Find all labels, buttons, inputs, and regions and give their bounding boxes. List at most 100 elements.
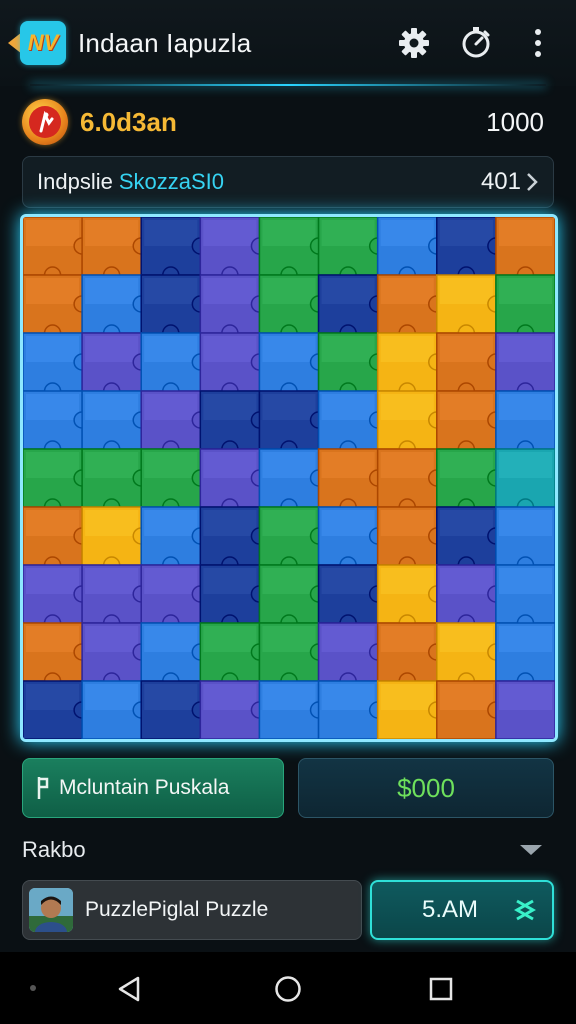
puzzle-piece[interactable] xyxy=(495,274,555,342)
puzzle-piece[interactable] xyxy=(436,680,505,739)
puzzle-piece[interactable] xyxy=(317,448,387,516)
puzzle-piece[interactable] xyxy=(140,622,210,690)
nav-back-button[interactable] xyxy=(114,974,144,1004)
puzzle-board[interactable] xyxy=(20,214,558,742)
puzzle-piece[interactable] xyxy=(140,332,210,400)
puzzle-piece[interactable] xyxy=(258,274,328,342)
puzzle-piece[interactable] xyxy=(495,680,555,739)
puzzle-piece[interactable] xyxy=(495,506,555,574)
puzzle-piece[interactable] xyxy=(317,622,387,690)
puzzle-piece[interactable] xyxy=(140,217,210,284)
puzzle-piece[interactable] xyxy=(317,332,387,400)
chevron-right-icon xyxy=(527,173,538,191)
puzzle-piece[interactable] xyxy=(436,332,505,400)
puzzle-piece[interactable] xyxy=(317,274,387,342)
puzzle-piece[interactable] xyxy=(23,564,91,632)
puzzle-piece[interactable] xyxy=(199,506,269,574)
time-button[interactable]: 5.AM xyxy=(370,880,554,940)
puzzle-piece[interactable] xyxy=(23,680,91,739)
puzzle-piece[interactable] xyxy=(258,564,328,632)
puzzle-piece[interactable] xyxy=(376,564,446,632)
price-button[interactable]: $000 xyxy=(298,758,554,818)
puzzle-piece[interactable] xyxy=(317,564,387,632)
puzzle-name-button[interactable]: Mcluntain Puskala xyxy=(22,758,284,818)
chevron-down-icon[interactable] xyxy=(518,842,544,858)
puzzle-piece[interactable] xyxy=(140,564,210,632)
puzzle-piece[interactable] xyxy=(81,564,150,632)
puzzle-piece[interactable] xyxy=(376,390,446,458)
puzzle-piece[interactable] xyxy=(81,448,150,516)
puzzle-piece[interactable] xyxy=(317,390,387,458)
nav-recents-button[interactable] xyxy=(426,974,456,1004)
puzzle-piece[interactable] xyxy=(436,506,505,574)
puzzle-piece[interactable] xyxy=(376,680,446,739)
puzzle-piece[interactable] xyxy=(23,448,91,516)
puzzle-piece[interactable] xyxy=(199,217,269,284)
puzzle-piece[interactable] xyxy=(199,622,269,690)
puzzle-piece[interactable] xyxy=(140,448,210,516)
puzzle-piece[interactable] xyxy=(258,622,328,690)
puzzle-piece[interactable] xyxy=(81,332,150,400)
puzzle-piece[interactable] xyxy=(495,622,555,690)
puzzle-piece[interactable] xyxy=(199,564,269,632)
puzzle-piece[interactable] xyxy=(376,506,446,574)
puzzle-piece[interactable] xyxy=(436,217,505,284)
puzzle-piece[interactable] xyxy=(317,506,387,574)
puzzle-piece[interactable] xyxy=(81,390,150,458)
puzzle-piece[interactable] xyxy=(199,274,269,342)
puzzle-piece[interactable] xyxy=(495,332,555,400)
puzzle-piece[interactable] xyxy=(23,390,91,458)
puzzle-piece[interactable] xyxy=(199,448,269,516)
puzzle-piece[interactable] xyxy=(258,506,328,574)
puzzle-piece[interactable] xyxy=(495,564,555,632)
puzzle-piece[interactable] xyxy=(258,332,328,400)
level-selector[interactable]: Indpslie SkozzaSI0 401 xyxy=(22,156,554,208)
puzzle-piece[interactable] xyxy=(81,680,150,739)
puzzle-piece[interactable] xyxy=(436,390,505,458)
puzzle-piece[interactable] xyxy=(199,680,269,739)
puzzle-piece[interactable] xyxy=(436,622,505,690)
puzzle-piece[interactable] xyxy=(376,217,446,284)
puzzle-piece[interactable] xyxy=(23,217,91,284)
puzzle-piece[interactable] xyxy=(258,680,328,739)
puzzle-piece[interactable] xyxy=(199,332,269,400)
puzzle-piece[interactable] xyxy=(317,680,387,739)
puzzle-piece[interactable] xyxy=(199,390,269,458)
puzzle-piece[interactable] xyxy=(23,274,91,342)
puzzle-piece[interactable] xyxy=(81,217,150,284)
puzzle-piece[interactable] xyxy=(495,448,555,516)
puzzle-piece[interactable] xyxy=(258,390,328,458)
puzzle-piece[interactable] xyxy=(140,506,210,574)
puzzle-piece[interactable] xyxy=(436,448,505,516)
section-header[interactable]: Rakbo xyxy=(22,830,544,870)
avatar xyxy=(29,888,73,932)
puzzle-piece[interactable] xyxy=(495,390,555,458)
puzzle-piece[interactable] xyxy=(317,217,387,284)
puzzle-piece[interactable] xyxy=(81,622,150,690)
more-button[interactable] xyxy=(518,23,558,63)
puzzle-piece[interactable] xyxy=(258,448,328,516)
puzzle-piece[interactable] xyxy=(258,217,328,284)
puzzle-piece[interactable] xyxy=(376,622,446,690)
puzzle-piece[interactable] xyxy=(81,274,150,342)
puzzle-piece[interactable] xyxy=(436,274,505,342)
puzzle-piece[interactable] xyxy=(140,680,210,739)
puzzle-piece[interactable] xyxy=(495,217,555,284)
puzzle-piece[interactable] xyxy=(23,506,91,574)
puzzle-piece[interactable] xyxy=(376,448,446,516)
coin-balance: 6.0d3an xyxy=(80,106,177,137)
puzzle-piece[interactable] xyxy=(376,274,446,342)
puzzle-piece[interactable] xyxy=(23,332,91,400)
puzzle-piece[interactable] xyxy=(81,506,150,574)
nav-home-button[interactable] xyxy=(273,974,303,1004)
puzzle-piece[interactable] xyxy=(140,274,210,342)
settings-button[interactable] xyxy=(394,23,434,63)
back-button[interactable]: NV xyxy=(8,21,66,65)
puzzle-board-canvas[interactable] xyxy=(23,217,555,739)
player-card[interactable]: PuzzlePiglal Puzzle xyxy=(22,880,362,940)
puzzle-piece[interactable] xyxy=(376,332,446,400)
puzzle-piece[interactable] xyxy=(23,622,91,690)
puzzle-piece[interactable] xyxy=(436,564,505,632)
puzzle-piece[interactable] xyxy=(140,390,210,458)
timer-button[interactable] xyxy=(456,23,496,63)
